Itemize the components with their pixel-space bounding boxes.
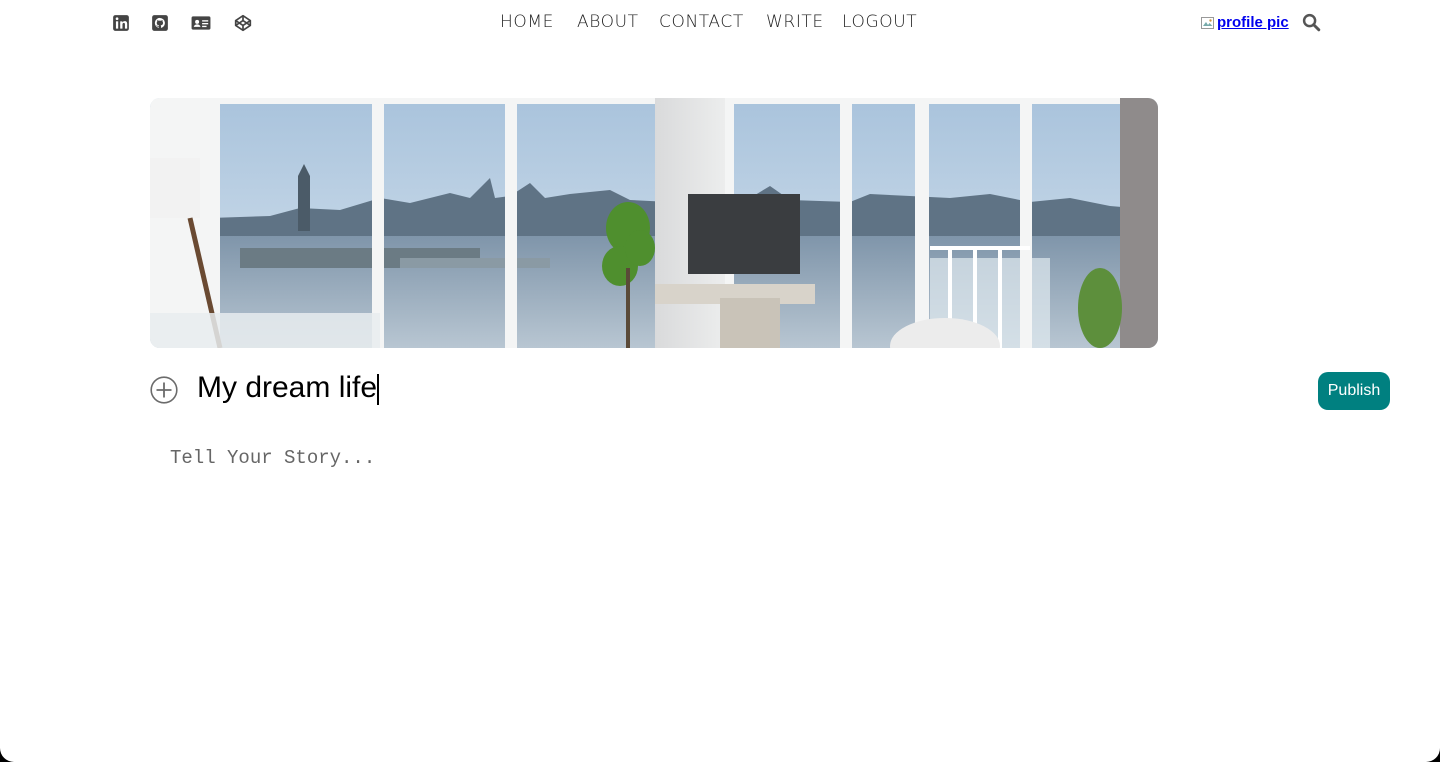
text-caret xyxy=(377,374,379,405)
codepen-icon[interactable] xyxy=(234,14,252,32)
nav-write[interactable]: WRITE xyxy=(766,12,824,32)
nav-home[interactable]: HOME xyxy=(500,12,554,32)
write-page: HOME ABOUT CONTACT WRITE LOGOUT profile … xyxy=(0,0,1440,762)
cover-image xyxy=(150,98,1158,348)
github-icon[interactable] xyxy=(151,14,169,32)
nav-about[interactable]: ABOUT xyxy=(577,12,639,32)
publish-button[interactable]: Publish xyxy=(1318,372,1390,410)
broken-image-icon xyxy=(1200,15,1216,31)
post-title-input[interactable] xyxy=(197,366,1197,410)
profile-pic-link[interactable]: profile pic xyxy=(1200,14,1289,31)
nav-logout[interactable]: LOGOUT xyxy=(842,12,917,32)
top-bar: HOME ABOUT CONTACT WRITE LOGOUT profile … xyxy=(0,0,1440,46)
nav-contact[interactable]: CONTACT xyxy=(659,12,744,32)
story-textarea[interactable] xyxy=(150,440,1250,740)
plus-circle-icon[interactable] xyxy=(150,376,178,404)
contact-card-icon[interactable] xyxy=(191,14,211,32)
profile-pic-alt-text: profile pic xyxy=(1217,14,1289,31)
linkedin-icon[interactable] xyxy=(112,14,130,32)
search-icon[interactable] xyxy=(1302,13,1321,32)
